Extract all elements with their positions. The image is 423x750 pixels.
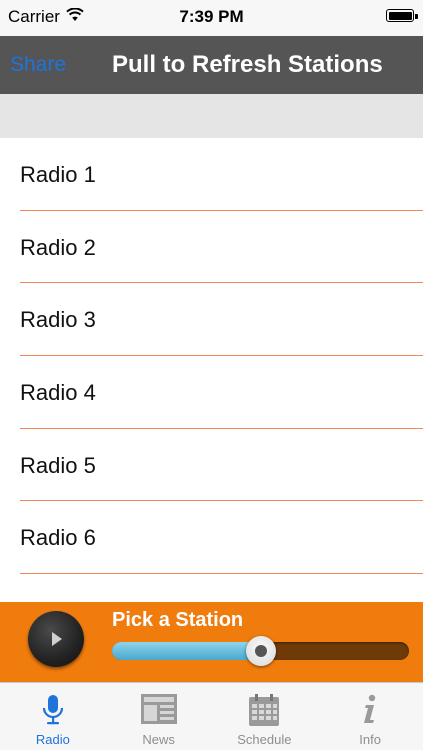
tab-radio[interactable]: Radio — [0, 683, 106, 750]
battery-icon — [386, 9, 414, 22]
row-separator — [20, 573, 423, 575]
microphone-icon — [40, 693, 66, 732]
tab-news[interactable]: News — [106, 683, 212, 750]
tab-schedule[interactable]: Schedule — [212, 683, 318, 750]
navigation-bar: Share Pull to Refresh Stations — [0, 36, 423, 94]
status-time: 7:39 PM — [179, 7, 244, 26]
calendar-icon — [248, 693, 280, 732]
table-header-band — [0, 94, 423, 138]
station-row[interactable]: Radio 4 — [0, 356, 423, 429]
player-bar: Pick a Station — [0, 602, 423, 682]
share-button[interactable]: Share — [10, 53, 66, 77]
player-title: Pick a Station — [112, 609, 244, 631]
volume-slider-thumb[interactable] — [245, 636, 276, 666]
station-label: Radio 2 — [20, 234, 96, 260]
station-label: Radio 4 — [20, 380, 96, 406]
station-label: Radio 3 — [20, 307, 96, 333]
status-bar: Carrier 7:39 PM — [0, 0, 423, 36]
station-row[interactable]: Radio 6 — [0, 501, 423, 575]
station-label: Radio 6 — [20, 525, 96, 551]
volume-slider[interactable] — [112, 636, 409, 666]
station-row[interactable]: Radio 5 — [0, 429, 423, 502]
tab-label: News — [142, 732, 175, 747]
play-button[interactable] — [28, 611, 84, 667]
tab-bar: Radio News Schedule Info — [0, 682, 423, 750]
station-label: Radio 5 — [20, 452, 96, 478]
tab-info[interactable]: Info — [317, 683, 423, 750]
page-title: Pull to Refresh Stations — [112, 51, 383, 78]
tab-label: Radio — [35, 732, 70, 747]
station-label: Radio 1 — [20, 162, 96, 187]
station-row[interactable]: Radio 1 — [0, 138, 423, 211]
volume-slider-fill — [112, 642, 261, 660]
battery-tip — [415, 14, 418, 19]
station-row[interactable]: Radio 2 — [0, 211, 423, 284]
info-icon — [360, 693, 380, 730]
station-list[interactable]: Radio 1 Radio 2 Radio 3 Radio 4 Radio 5 … — [0, 138, 423, 602]
tab-label: Info — [359, 732, 381, 747]
play-icon — [52, 632, 62, 646]
newspaper-icon — [140, 693, 178, 730]
tab-label: Schedule — [237, 732, 292, 747]
station-row[interactable]: Radio 3 — [0, 283, 423, 357]
